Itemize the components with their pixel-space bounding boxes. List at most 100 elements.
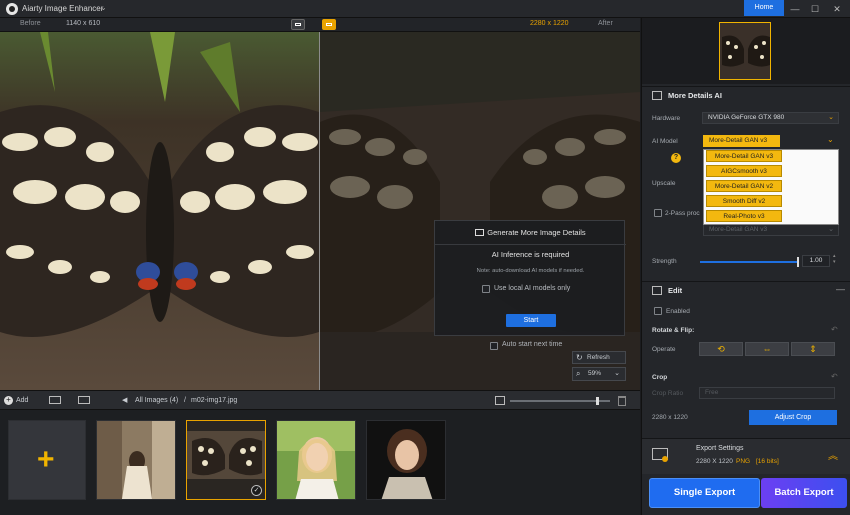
add-icon[interactable]: + (4, 396, 13, 405)
thumbnail-portrait-woman[interactable] (276, 420, 356, 500)
after-label: After (598, 20, 613, 27)
hardware-label: Hardware (652, 115, 681, 122)
strength-slider[interactable] (700, 257, 799, 267)
single-export-button[interactable]: Single Export (649, 478, 760, 508)
collapse-icon[interactable]: — (836, 284, 845, 294)
maximize-icon[interactable]: ☐ (806, 2, 824, 16)
second-pass-model-value: More-Detail GAN v3 (709, 226, 768, 233)
model-option[interactable]: AIGCsmooth v3 (706, 165, 782, 177)
strength-label: Strength (652, 258, 677, 265)
flip-vertical-icon[interactable]: ⇕ (791, 342, 835, 356)
expand-up-icon[interactable]: ︽ (828, 447, 838, 462)
thumbnail-street[interactable] (96, 420, 176, 500)
model-option[interactable]: More-Detail GAN v2 (706, 180, 782, 192)
edit-header[interactable]: Edit — (642, 281, 850, 299)
refresh-label: Refresh (587, 354, 610, 361)
zoom-icon: ⌕ (576, 369, 581, 378)
grid-view-icon[interactable] (49, 396, 61, 404)
breadcrumb-separator: / (184, 397, 186, 404)
local-models-label: Use local AI models only (494, 285, 571, 292)
dialog-subtitle: AI Inference is required (491, 250, 570, 259)
dialog-note: Note: auto-download AI models if needed. (476, 268, 585, 274)
app-title: Aiarty Image Enhancer (22, 4, 104, 13)
export-settings-bar[interactable]: Export Settings 2280 X 1220 PNG [16 bits… (642, 438, 850, 474)
refresh-icon: ↻ (576, 353, 583, 362)
title-bar: Aiarty Image Enhancer ⌄ Home — ☐ ✕ (0, 0, 850, 18)
before-label: Before (20, 20, 41, 27)
edit-title: Edit (668, 286, 683, 295)
flip-horizontal-icon[interactable]: ⇔ (745, 342, 789, 356)
auto-start-checkbox[interactable] (490, 342, 498, 350)
selected-check-icon: ✓ (251, 485, 262, 496)
stepper-icon[interactable]: ▴ ▾ (833, 253, 836, 265)
zoom-value: 59% (588, 370, 602, 377)
trash-icon[interactable] (618, 396, 626, 406)
help-icon[interactable]: ? (671, 153, 681, 163)
crop-label: Crop (652, 374, 668, 381)
thumbnail-size-slider[interactable] (510, 397, 610, 405)
model-option[interactable]: More-Detail GAN v3 (706, 150, 782, 162)
app-logo-icon (6, 3, 18, 15)
hardware-select[interactable]: NVIDIA GeForce GTX 980 ⌄ (702, 112, 839, 124)
crop-ratio-label: Crop Ratio (652, 390, 684, 397)
start-button[interactable]: Start (506, 314, 556, 327)
strength-value[interactable]: 1.00 (802, 255, 830, 267)
add-image-tile[interactable]: + (8, 420, 86, 500)
ai-model-value: More-Detail GAN v3 (709, 137, 768, 144)
split-view-icon[interactable] (322, 19, 336, 30)
all-images-link[interactable]: All Images (4) (135, 397, 178, 404)
crop-ratio-select[interactable]: Free (699, 387, 835, 399)
adjust-crop-button[interactable]: Adjust Crop (749, 410, 837, 425)
ai-model-select[interactable]: More-Detail GAN v3 (703, 135, 780, 147)
batch-export-button[interactable]: Batch Export (761, 478, 847, 508)
reset-icon[interactable]: ↶ (831, 372, 838, 381)
zoom-control[interactable]: ⌕ 59% ⌄ (572, 367, 626, 381)
details-ai-icon (652, 91, 662, 100)
after-size: 2280 x 1220 (530, 20, 569, 27)
minimize-icon[interactable]: — (786, 2, 804, 16)
monitor-icon (475, 229, 485, 236)
ai-model-dropdown-list: More-Detail GAN v3 AIGCsmooth v3 More-De… (703, 149, 839, 225)
gear-icon (662, 456, 668, 462)
back-arrow-icon[interactable]: ◀ (122, 396, 127, 404)
crop-size: 2280 x 1220 (652, 414, 688, 421)
reset-icon[interactable]: ↶ (831, 325, 838, 334)
model-option[interactable]: Real-Photo v3 (706, 210, 782, 222)
thumbnail-butterfly[interactable]: ✓ (186, 420, 266, 500)
export-size: 2280 X 1220 (696, 458, 733, 465)
navigator-thumbnail[interactable] (719, 22, 771, 80)
second-pass-model-select[interactable]: More-Detail GAN v3 ⌄ (703, 224, 839, 236)
before-image[interactable] (0, 32, 319, 390)
side-by-side-view-icon[interactable] (291, 19, 305, 30)
plus-icon: + (37, 443, 55, 476)
more-details-ai-header[interactable]: More Details AI (642, 86, 850, 104)
before-size: 1140 x 610 (66, 20, 101, 27)
chevron-down-icon[interactable]: ⌄ (827, 135, 834, 144)
close-icon[interactable]: ✕ (828, 2, 846, 16)
chevron-down-icon[interactable]: ⌄ (100, 3, 107, 12)
after-image[interactable] (320, 32, 640, 390)
dialog-header: Generate More Image Details (435, 221, 626, 245)
ai-model-label: AI Model (652, 138, 678, 145)
chevron-down-icon: ⌄ (828, 114, 834, 121)
home-button[interactable]: Home (744, 0, 784, 16)
edit-enabled-label: Enabled (666, 308, 690, 315)
edit-icon (652, 286, 662, 295)
chevron-down-icon: ⌄ (614, 370, 620, 377)
thumbnail-portrait-vintage[interactable] (366, 420, 446, 500)
export-format: PNG (736, 458, 751, 465)
add-button[interactable]: Add (16, 397, 28, 404)
current-file-name: m02-img17.jpg (191, 397, 238, 404)
rotate-left-icon[interactable]: ⟲ (699, 342, 743, 356)
operate-label: Operate (652, 346, 676, 353)
edit-enabled-checkbox[interactable] (654, 307, 662, 315)
dialog-title: Generate More Image Details (487, 228, 586, 237)
navigator-preview (642, 18, 850, 84)
model-option[interactable]: Smooth Diff v2 (706, 195, 782, 207)
upscale-label: Upscale (652, 180, 676, 187)
refresh-button[interactable]: ↻ Refresh (572, 351, 626, 364)
local-models-checkbox[interactable] (482, 285, 490, 293)
hardware-value: NVIDIA GeForce GTX 980 (708, 114, 785, 121)
two-pass-checkbox[interactable] (654, 209, 662, 217)
list-view-icon[interactable] (78, 396, 90, 404)
